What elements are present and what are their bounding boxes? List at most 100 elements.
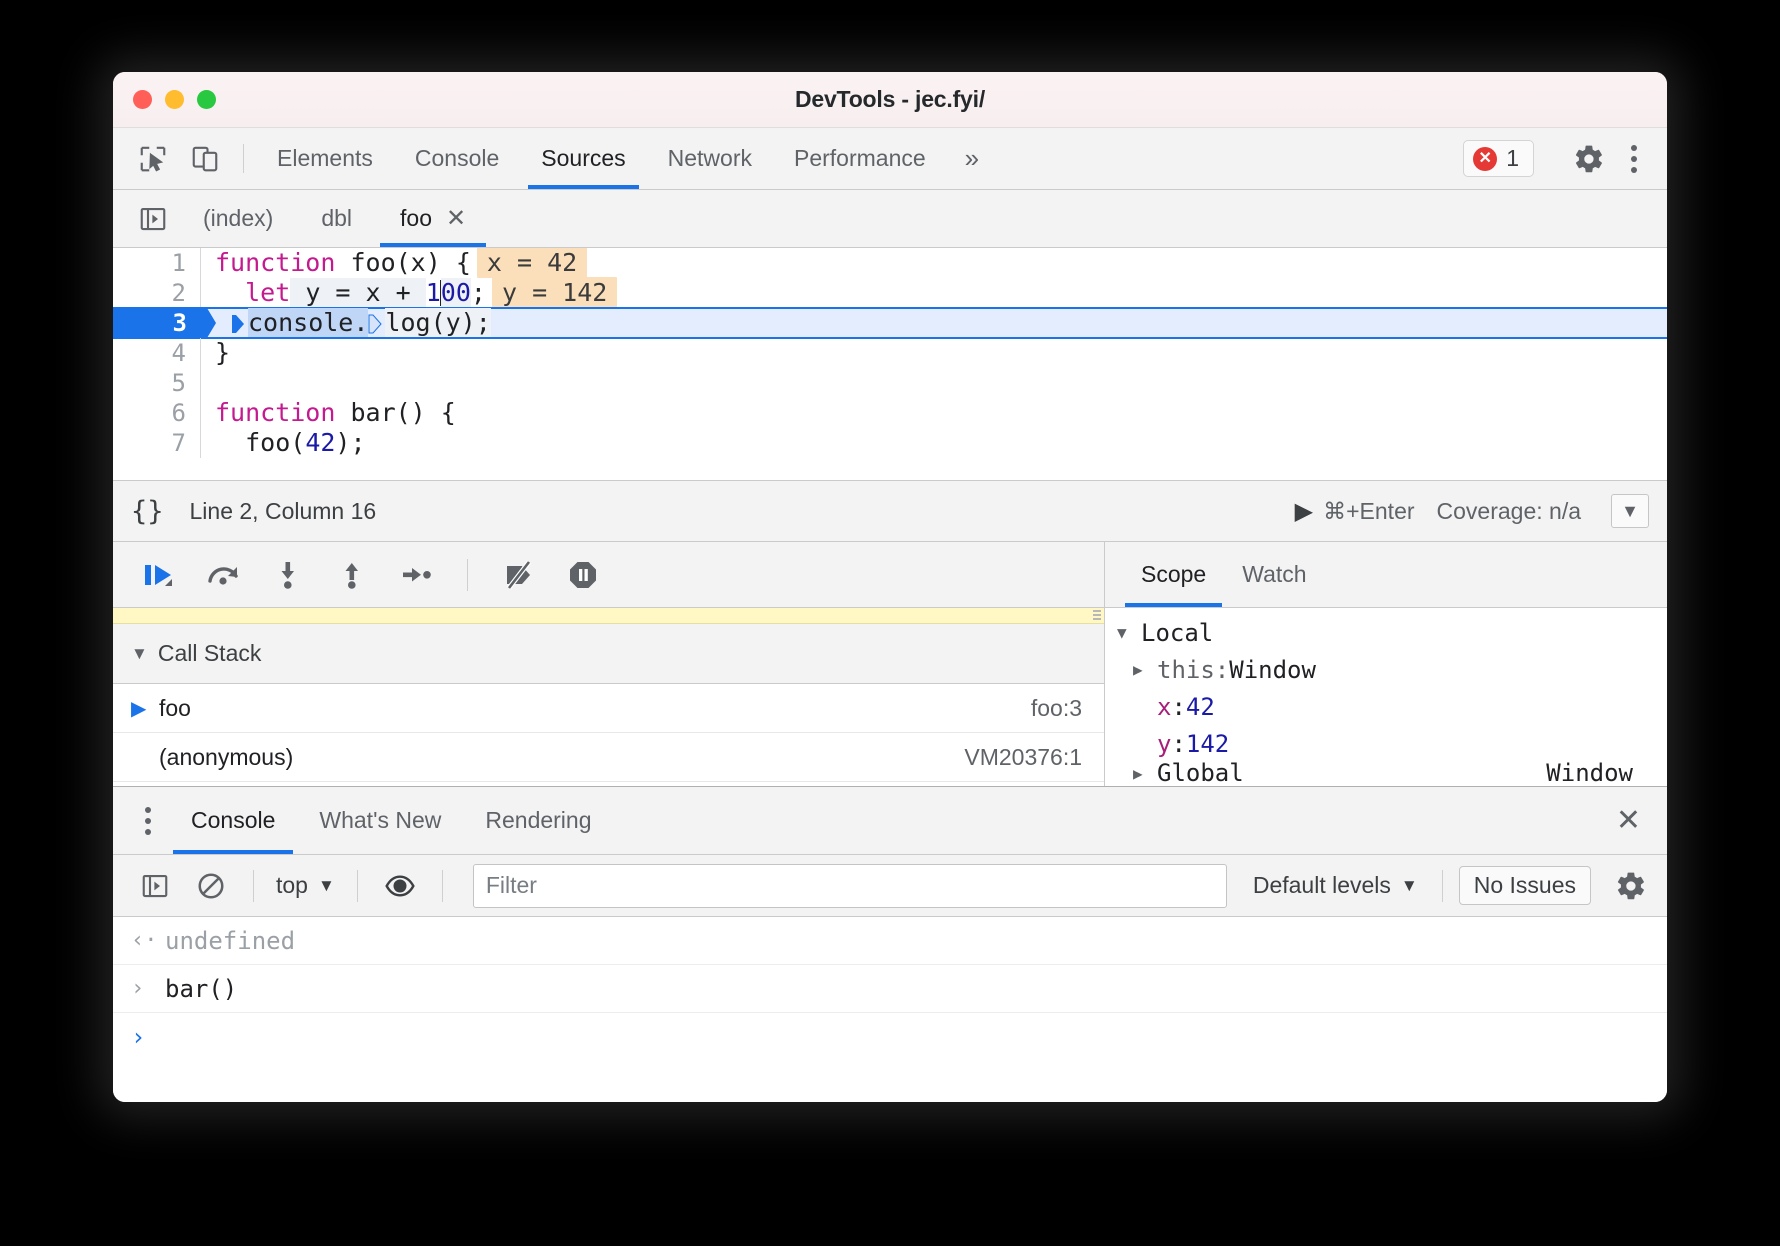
call-stack-row-foo[interactable]: ▶ foo foo:3 bbox=[113, 684, 1104, 733]
execution-context-selector[interactable]: top ▼ bbox=[270, 872, 341, 899]
file-tab-foo[interactable]: foo ✕ bbox=[376, 190, 490, 247]
console-toolbar: top ▼ Default levels ▼ No Issues bbox=[113, 855, 1667, 917]
scope-tree[interactable]: ▼ Local ▶ this : Window x : 42 y : bbox=[1105, 608, 1667, 786]
scope-group-global[interactable]: ▶ Global Window bbox=[1105, 762, 1667, 784]
scope-row-y[interactable]: y : 142 bbox=[1105, 725, 1667, 762]
execution-position-arrow bbox=[201, 308, 217, 338]
file-tab-label: dbl bbox=[321, 205, 352, 232]
scope-value: Window bbox=[1546, 762, 1667, 784]
resize-grip[interactable] bbox=[1093, 610, 1101, 622]
tab-console[interactable]: Console bbox=[394, 128, 520, 189]
tab-elements[interactable]: Elements bbox=[256, 128, 394, 189]
code-line-5[interactable]: 5 bbox=[113, 368, 1667, 398]
keyword-token: function bbox=[215, 398, 335, 427]
code-editor[interactable]: 1 function foo(x) {x = 42 2 let y = x + … bbox=[113, 248, 1667, 480]
step-icon[interactable] bbox=[387, 551, 445, 599]
code-line-content: foo(42); bbox=[201, 428, 366, 458]
close-icon[interactable]: ✕ bbox=[1590, 787, 1667, 854]
console-sidebar-icon[interactable] bbox=[129, 864, 181, 908]
drawer-tab-console[interactable]: Console bbox=[169, 787, 297, 854]
paused-indicator-bar bbox=[113, 608, 1104, 624]
issues-button[interactable]: No Issues bbox=[1459, 866, 1591, 905]
close-icon[interactable]: ✕ bbox=[446, 204, 466, 233]
code-line-2[interactable]: 2 let y = x + 100;y = 142 bbox=[113, 278, 1667, 308]
error-count-badge[interactable]: ✕ 1 bbox=[1463, 140, 1534, 177]
gear-icon[interactable] bbox=[1605, 864, 1657, 908]
main-toolbar-right: ✕ 1 bbox=[1463, 128, 1667, 189]
prompt-arrow-icon: › bbox=[131, 1023, 165, 1051]
chevron-down-icon[interactable]: ▼ bbox=[1117, 623, 1141, 642]
kebab-menu-icon[interactable] bbox=[127, 787, 169, 854]
console-drawer: Console What's New Rendering ✕ bbox=[113, 786, 1667, 1102]
console-message-text: bar() bbox=[165, 975, 237, 1003]
show-navigator-icon[interactable] bbox=[127, 190, 179, 247]
line-number: 3 bbox=[113, 308, 201, 338]
device-toolbar-icon[interactable] bbox=[179, 128, 231, 189]
code-token: log(y); bbox=[385, 308, 490, 337]
line-number: 2 bbox=[113, 278, 201, 308]
call-stack-row-anonymous[interactable]: (anonymous) VM20376:1 bbox=[113, 733, 1104, 782]
toolbar-divider bbox=[253, 870, 254, 902]
filter-input[interactable] bbox=[473, 864, 1227, 908]
inline-variable-value: x = 42 bbox=[477, 248, 587, 278]
gear-icon[interactable] bbox=[1563, 143, 1615, 175]
run-snippet-icon[interactable]: ▶ bbox=[1295, 497, 1313, 526]
inspect-cursor-icon[interactable] bbox=[127, 128, 179, 189]
scope-pane: Scope Watch ▼ Local ▶ this : Window bbox=[1105, 542, 1667, 786]
step-out-icon[interactable] bbox=[323, 551, 381, 599]
scope-group-local[interactable]: ▼ Local bbox=[1105, 614, 1667, 651]
scope-row-x[interactable]: x : 42 bbox=[1105, 688, 1667, 725]
call-frame-marker-icon[interactable] bbox=[368, 312, 384, 334]
file-tab-index[interactable]: (index) bbox=[179, 190, 297, 247]
call-stack-section-header[interactable]: ▼ Call Stack bbox=[113, 624, 1104, 684]
scope-separator: : bbox=[1171, 693, 1185, 721]
scope-value: 42 bbox=[1186, 693, 1215, 721]
call-frame-name: (anonymous) bbox=[159, 744, 293, 771]
code-line-3-paused[interactable]: 3 console.log(y); bbox=[113, 308, 1667, 338]
clear-console-icon[interactable] bbox=[185, 864, 237, 908]
pause-on-exceptions-icon[interactable] bbox=[554, 551, 612, 599]
step-over-icon[interactable] bbox=[195, 551, 253, 599]
show-drawer-icon[interactable]: ▼ bbox=[1611, 494, 1649, 528]
file-tab-label: foo bbox=[400, 205, 432, 232]
kebab-menu-icon[interactable] bbox=[1615, 145, 1653, 173]
tab-watch[interactable]: Watch bbox=[1224, 542, 1324, 607]
code-token: ); bbox=[335, 428, 365, 457]
file-tab-dbl[interactable]: dbl bbox=[297, 190, 376, 247]
console-prompt[interactable]: › bbox=[113, 1013, 1667, 1061]
tab-performance[interactable]: Performance bbox=[773, 128, 947, 189]
resume-icon[interactable] bbox=[131, 551, 189, 599]
tab-sources[interactable]: Sources bbox=[520, 128, 646, 189]
drawer-tab-rendering[interactable]: Rendering bbox=[463, 787, 613, 854]
step-into-icon[interactable] bbox=[259, 551, 317, 599]
console-message-list[interactable]: ‹· undefined › bar() › bbox=[113, 917, 1667, 1102]
code-line-content: let y = x + 100;y = 142 bbox=[201, 278, 617, 308]
console-result-message[interactable]: ‹· undefined bbox=[113, 917, 1667, 965]
run-shortcut-label: ⌘+Enter bbox=[1323, 498, 1414, 525]
code-line-content: function foo(x) {x = 42 bbox=[201, 248, 587, 278]
code-line-1[interactable]: 1 function foo(x) {x = 42 bbox=[113, 248, 1667, 278]
toolbar-divider bbox=[357, 870, 358, 902]
sources-file-tabbar: (index) dbl foo ✕ bbox=[113, 190, 1667, 248]
tab-network[interactable]: Network bbox=[647, 128, 773, 189]
console-input-message[interactable]: › bar() bbox=[113, 965, 1667, 1013]
create-live-expression-icon[interactable] bbox=[374, 864, 426, 908]
more-tabs-icon[interactable]: » bbox=[947, 128, 997, 189]
scope-watch-tabbar: Scope Watch bbox=[1105, 542, 1667, 608]
result-arrow-icon: ‹· bbox=[131, 928, 165, 953]
chevron-right-icon[interactable]: ▶ bbox=[1133, 764, 1157, 783]
chevron-right-icon[interactable]: ▶ bbox=[1133, 660, 1157, 679]
chevron-down-icon[interactable]: ▼ bbox=[131, 644, 148, 664]
scope-row-this[interactable]: ▶ this : Window bbox=[1105, 651, 1667, 688]
log-levels-selector[interactable]: Default levels ▼ bbox=[1245, 872, 1426, 899]
code-line-6[interactable]: 6 function bar() { bbox=[113, 398, 1667, 428]
tab-scope[interactable]: Scope bbox=[1123, 542, 1224, 607]
drawer-tab-whats-new[interactable]: What's New bbox=[297, 787, 463, 854]
debugger-left-pane: ▼ Call Stack ▶ foo foo:3 (anonymous) VM2… bbox=[113, 542, 1105, 786]
scope-key: y bbox=[1157, 730, 1171, 758]
deactivate-breakpoints-icon[interactable] bbox=[490, 551, 548, 599]
code-line-4[interactable]: 4 } bbox=[113, 338, 1667, 368]
call-frame-marker-icon[interactable] bbox=[231, 312, 247, 334]
pretty-print-icon[interactable]: {} bbox=[131, 496, 164, 527]
code-line-7[interactable]: 7 foo(42); bbox=[113, 428, 1667, 458]
